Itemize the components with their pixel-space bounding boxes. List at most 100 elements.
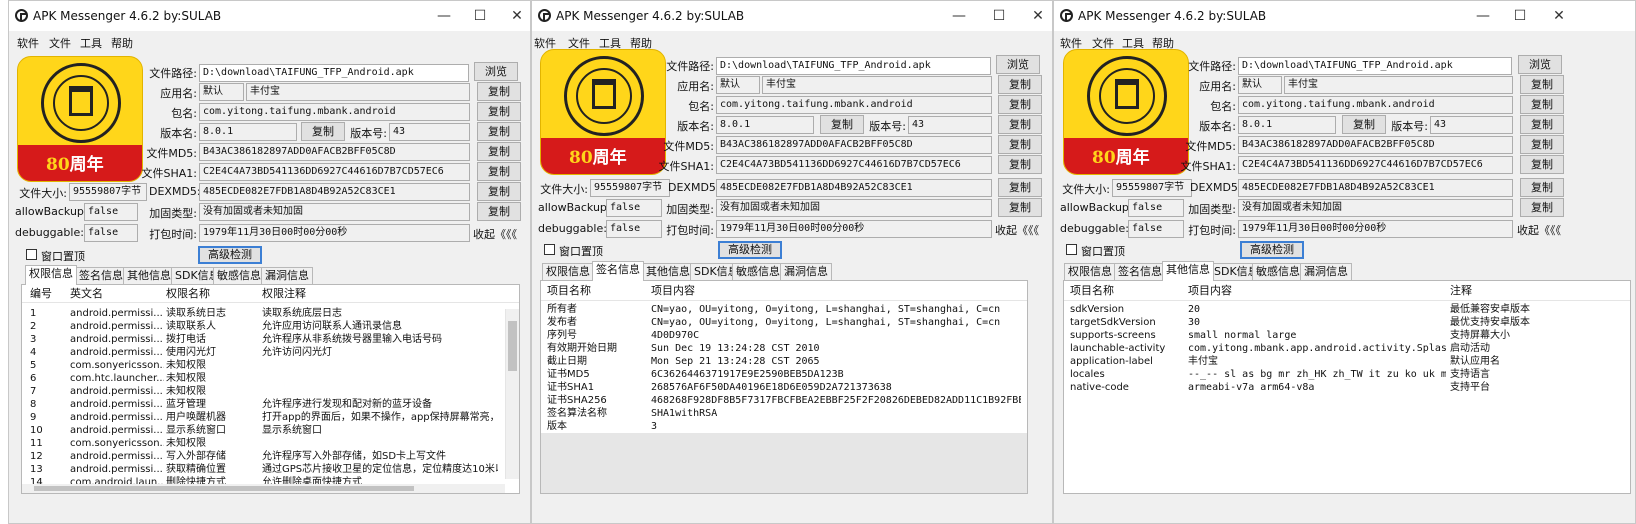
collapse-toggle[interactable]: 收起《《《	[473, 226, 517, 242]
col-item[interactable]: 项目名称	[1070, 281, 1114, 301]
tab-other[interactable]: 其他信息	[123, 267, 175, 284]
col-permnote[interactable]: 权限注释	[262, 285, 306, 303]
close-icon[interactable]: ✕	[1544, 7, 1574, 25]
close-icon[interactable]: ✕	[1023, 7, 1052, 25]
collapse-toggle[interactable]: 收起《《《	[1517, 222, 1561, 238]
col-enname[interactable]: 英文名	[70, 285, 103, 303]
table-row[interactable]: 有效期开始日期 Sun Dec 19 13:24:28 CST 2010	[541, 342, 1027, 355]
vertical-scrollbar[interactable]	[505, 309, 519, 479]
col-item[interactable]: 项目名称	[547, 281, 591, 301]
maximize-icon[interactable]: ☐	[1505, 7, 1535, 25]
copy-appname-button[interactable]: 复制	[1520, 75, 1564, 94]
tab-vulnerability[interactable]: 漏洞信息	[780, 263, 832, 280]
tab-other[interactable]: 其他信息	[1162, 261, 1214, 281]
minimize-icon[interactable]: —	[944, 7, 974, 25]
title-bar[interactable]: APK Messenger 4.6.2 by:SULAB — ☐ ✕	[532, 1, 1052, 31]
md5-field[interactable]: B43AC386182897ADD0AFACB2BFF05C8D	[716, 136, 992, 154]
tab-sensitive[interactable]: 敏感信息	[213, 267, 265, 284]
maximize-icon[interactable]: ☐	[984, 7, 1014, 25]
table-row[interactable]: 证书MD5 6C3626446371917E9E2590BEB5DA123B	[541, 368, 1027, 381]
horizontal-scrollbar[interactable]	[22, 484, 505, 493]
name-mode-select[interactable]: 默认	[716, 76, 760, 94]
appname-field[interactable]: 丰付宝	[762, 76, 992, 94]
copy-dexmd5-button[interactable]: 复制	[1520, 178, 1564, 197]
table-row[interactable]: 5 com.sonyericsson... 未知权限	[22, 359, 519, 372]
scroll-thumb[interactable]	[508, 321, 517, 371]
table-row[interactable]: 9 android.permissi... 用户唤醒机器 打开app的界面后，如果不操…	[22, 411, 519, 424]
menu-tools[interactable]: 工具	[80, 35, 102, 51]
buildtime-field[interactable]: 1979年11月30日00时00分00秒	[1238, 220, 1513, 238]
debug-field[interactable]: false	[606, 220, 662, 238]
copy-ver-button[interactable]: 复制	[301, 122, 345, 141]
advanced-check-button[interactable]: 高级检测	[1240, 241, 1304, 259]
dexmd5-field[interactable]: 485ECDE082E7FDB1A8D4B92A52C83CE1	[716, 179, 992, 197]
size-field[interactable]: 95559807字节	[1112, 179, 1192, 197]
tab-signature[interactable]: 签名信息	[75, 267, 127, 284]
vcode-field[interactable]: 43	[389, 123, 470, 141]
ontop-checkbox[interactable]	[26, 249, 37, 260]
close-icon[interactable]: ✕	[502, 7, 530, 25]
buildtime-field[interactable]: 1979年11月30日00时00分00秒	[199, 224, 470, 242]
copy-vcode-button[interactable]: 复制	[477, 122, 521, 141]
table-row[interactable]: 6 com.htc.launcher... 未知权限	[22, 372, 519, 385]
ver-field[interactable]: 8.0.1	[1238, 116, 1336, 134]
debug-field[interactable]: false	[84, 224, 138, 242]
col-content[interactable]: 项目内容	[651, 281, 695, 301]
harden-field[interactable]: 没有加固或者未知加固	[716, 199, 992, 217]
col-permname[interactable]: 权限名称	[166, 285, 210, 303]
table-row[interactable]: 12 android.permissi... 写入外部存储 允许程序写入外部存储，如S…	[22, 450, 519, 463]
tab-permissions[interactable]: 权限信息	[542, 263, 594, 280]
table-row[interactable]: application-label 丰付宝 默认应用名	[1064, 355, 1630, 368]
table-row[interactable]: sdkVersion 20 最低兼容安卓版本	[1064, 303, 1630, 316]
copy-dexmd5-button[interactable]: 复制	[477, 182, 521, 201]
copy-pkg-button[interactable]: 复制	[998, 95, 1042, 114]
copy-appname-button[interactable]: 复制	[477, 82, 521, 101]
tab-permissions[interactable]: 权限信息	[25, 265, 77, 285]
table-row[interactable]: targetSdkVersion 30 最优支持安卓版本	[1064, 316, 1630, 329]
advanced-check-button[interactable]: 高级检测	[198, 246, 262, 264]
menu-help[interactable]: 帮助	[111, 35, 133, 51]
title-bar[interactable]: APK Messenger 4.6.2 by:SULAB — ☐ ✕	[1054, 1, 1635, 31]
harden-field[interactable]: 没有加固或者未知加固	[199, 203, 470, 221]
copy-sha1-button[interactable]: 复制	[477, 162, 521, 181]
table-row[interactable]: 签名算法名称 SHA1withRSA	[541, 407, 1027, 420]
maximize-icon[interactable]: ☐	[465, 7, 495, 25]
path-field[interactable]: D:\download\TAIFUNG_TFP_Android.apk	[199, 64, 469, 82]
path-field[interactable]: D:\download\TAIFUNG_TFP_Android.apk	[1238, 57, 1512, 75]
table-row[interactable]: supports-screens small normal large 支持屏幕大小	[1064, 329, 1630, 342]
menu-software[interactable]: 软件	[17, 35, 39, 51]
table-row[interactable]: 证书SHA1 268576AF6F50DA40196E18D6E059D2A721…	[541, 381, 1027, 394]
col-content[interactable]: 项目内容	[1188, 281, 1232, 301]
buildtime-field[interactable]: 1979年11月30日00时00分00秒	[716, 220, 992, 238]
table-row[interactable]: 11 com.sonyericsson... 未知权限	[22, 437, 519, 450]
harden-field[interactable]: 没有加固或者未知加固	[1238, 199, 1513, 217]
browse-button[interactable]: 浏览	[996, 55, 1040, 74]
col-no[interactable]: 编号	[30, 285, 52, 303]
ontop-checkbox[interactable]	[1066, 244, 1077, 255]
copy-ver-button[interactable]: 复制	[820, 115, 864, 134]
table-row[interactable]: 截止日期 Mon Sep 21 13:24:28 CST 2065	[541, 355, 1027, 368]
name-mode-select[interactable]: 默认	[1238, 76, 1282, 94]
sha1-field[interactable]: C2E4C4A73BD541136DD6927C44616D7B7CD57EC6	[716, 156, 992, 174]
dexmd5-field[interactable]: 485ECDE082E7FDB1A8D4B92A52C83CE1	[1238, 179, 1513, 197]
sha1-field[interactable]: C2E4C4A73BD541136DD6927C44616D7B7CD57EC6	[199, 163, 470, 181]
pkg-field[interactable]: com.yitong.taifung.mbank.android	[1238, 96, 1513, 114]
vcode-field[interactable]: 43	[1430, 116, 1513, 134]
browse-button[interactable]: 浏览	[1518, 55, 1562, 74]
appname-field[interactable]: 丰付宝	[246, 83, 470, 101]
copy-dexmd5-button[interactable]: 复制	[998, 178, 1042, 197]
copy-sha1-button[interactable]: 复制	[1520, 155, 1564, 174]
tab-permissions[interactable]: 权限信息	[1064, 263, 1116, 280]
backup-field[interactable]: false	[606, 199, 662, 217]
tab-vulnerability[interactable]: 漏洞信息	[261, 267, 313, 284]
tab-signature[interactable]: 签名信息	[1114, 263, 1166, 280]
table-row[interactable]: 3 android.permissi... 拨打电话 允许程序从非系统拨号器里输入电话…	[22, 333, 519, 346]
table-row[interactable]: 8 android.permissi... 蓝牙管理 允许程序进行发现和配对新的蓝牙设…	[22, 398, 519, 411]
table-row[interactable]: 13 android.permissi... 获取精确位置 通过GPS芯片接收卫星的定…	[22, 463, 519, 476]
table-row[interactable]: 2 android.permissi... 读取联系人 允许应用访问联系人通讯录信息	[22, 320, 519, 333]
name-mode-select[interactable]: 默认	[199, 83, 244, 101]
backup-field[interactable]: false	[1128, 199, 1184, 217]
vcode-field[interactable]: 43	[908, 116, 992, 134]
table-row[interactable]: locales --_-- sl as bg mr zh_HK zh_TW it …	[1064, 368, 1630, 381]
title-bar[interactable]: APK Messenger 4.6.2 by:SULAB — ☐ ✕	[9, 1, 530, 31]
